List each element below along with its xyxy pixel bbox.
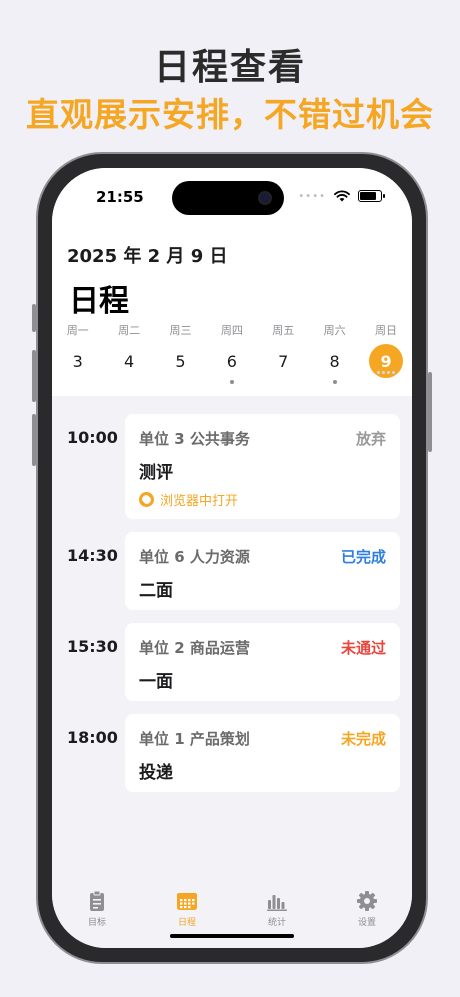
dynamic-island — [172, 181, 284, 215]
status-icons: •••• — [298, 190, 385, 202]
event-company: 单位 2 商品运营 — [139, 639, 250, 657]
event-status: 未完成 — [340, 730, 386, 748]
event-time: 10:00 — [67, 428, 118, 447]
home-indicator — [170, 934, 294, 938]
day-number: 6 — [226, 351, 237, 371]
bar-chart-icon — [267, 895, 287, 911]
current-date: 2025 年 2 月 9 日 — [67, 246, 228, 267]
event-stage: 一面 — [139, 672, 173, 692]
event-card[interactable]: 单位 2 商品运营 未通过 一面 — [125, 623, 400, 701]
calendar-icon — [177, 893, 197, 910]
compass-icon — [139, 492, 154, 507]
event-stage: 投递 — [139, 763, 173, 783]
day-number: 4 — [123, 351, 135, 371]
phone-volume-up — [32, 350, 36, 402]
week-strip: 周一 3 周二 4 周三 5 周四 6 周五 7 周六 8 周日 9 — [52, 322, 412, 384]
promo-title: 日程查看 — [153, 47, 306, 88]
day-fri[interactable]: 周五 7 — [258, 322, 309, 384]
promo-subtitle: 直观展示安排，不错过机会 — [26, 95, 434, 134]
day-label: 周日 — [375, 324, 398, 337]
day-label: 周一 — [66, 324, 89, 337]
day-label: 周二 — [118, 324, 141, 337]
clipboard-icon — [90, 890, 104, 911]
phone-volume-down — [32, 414, 36, 466]
tab-settings[interactable]: 设置 — [322, 880, 412, 948]
event-stage: 二面 — [139, 581, 173, 601]
phone-mute-switch — [32, 304, 36, 332]
day-mon[interactable]: 周一 3 — [52, 322, 103, 384]
battery-icon — [358, 190, 385, 202]
event-company: 单位 3 公共事务 — [139, 430, 250, 448]
tab-goals[interactable]: 目标 — [52, 880, 142, 948]
event-status: 未通过 — [340, 639, 386, 657]
event-card[interactable]: 单位 1 产品策划 未完成 投递 — [125, 714, 400, 792]
day-wed[interactable]: 周三 5 — [155, 322, 206, 384]
day-label: 周五 — [272, 324, 295, 337]
gear-icon — [357, 891, 377, 911]
event-card[interactable]: 单位 3 公共事务 放弃 测评 浏览器中打开 — [125, 414, 400, 519]
event-status: 已完成 — [340, 548, 386, 566]
day-label: 周三 — [169, 324, 192, 337]
event-dot — [229, 380, 234, 384]
event-stage: 测评 — [139, 463, 173, 483]
tab-label: 目标 — [87, 918, 106, 928]
day-number: 3 — [72, 351, 83, 371]
phone-frame: 21:55 •••• 2025 年 2 月 9 日 日程 周一 3 周二 4 周… — [32, 152, 432, 964]
day-label: 周四 — [220, 324, 243, 337]
day-thu[interactable]: 周四 6 — [206, 322, 257, 384]
signal-dots-icon: •••• — [298, 190, 326, 202]
event-time: 18:00 — [67, 728, 118, 747]
phone-power-button — [428, 372, 432, 452]
page-title: 日程 — [69, 284, 129, 319]
day-sat[interactable]: 周六 8 — [309, 322, 360, 384]
event-time: 15:30 — [67, 637, 118, 656]
day-number: 7 — [278, 351, 289, 371]
tab-label: 设置 — [357, 918, 376, 928]
event-time: 14:30 — [67, 546, 118, 565]
day-tue[interactable]: 周二 4 — [103, 322, 154, 384]
app-screen: 21:55 •••• 2025 年 2 月 9 日 日程 周一 3 周二 4 周… — [52, 168, 412, 948]
day-number: 8 — [329, 351, 340, 371]
open-in-browser-label: 浏览器中打开 — [160, 494, 239, 509]
wifi-icon — [334, 190, 350, 202]
event-dots — [377, 371, 396, 374]
event-company: 单位 6 人力资源 — [139, 548, 250, 566]
day-number: 5 — [175, 351, 186, 371]
day-sun[interactable]: 周日 9 — [360, 322, 411, 384]
event-company: 单位 1 产品策划 — [139, 730, 250, 748]
tab-label: 日程 — [177, 918, 196, 928]
tab-label: 统计 — [267, 918, 286, 928]
event-card[interactable]: 单位 6 人力资源 已完成 二面 — [125, 532, 400, 610]
camera-icon — [258, 191, 272, 205]
event-dot — [332, 380, 337, 384]
status-time: 21:55 — [96, 188, 144, 206]
open-in-browser-link[interactable]: 浏览器中打开 — [139, 490, 238, 509]
day-label: 周六 — [323, 324, 346, 337]
event-status: 放弃 — [355, 430, 386, 448]
